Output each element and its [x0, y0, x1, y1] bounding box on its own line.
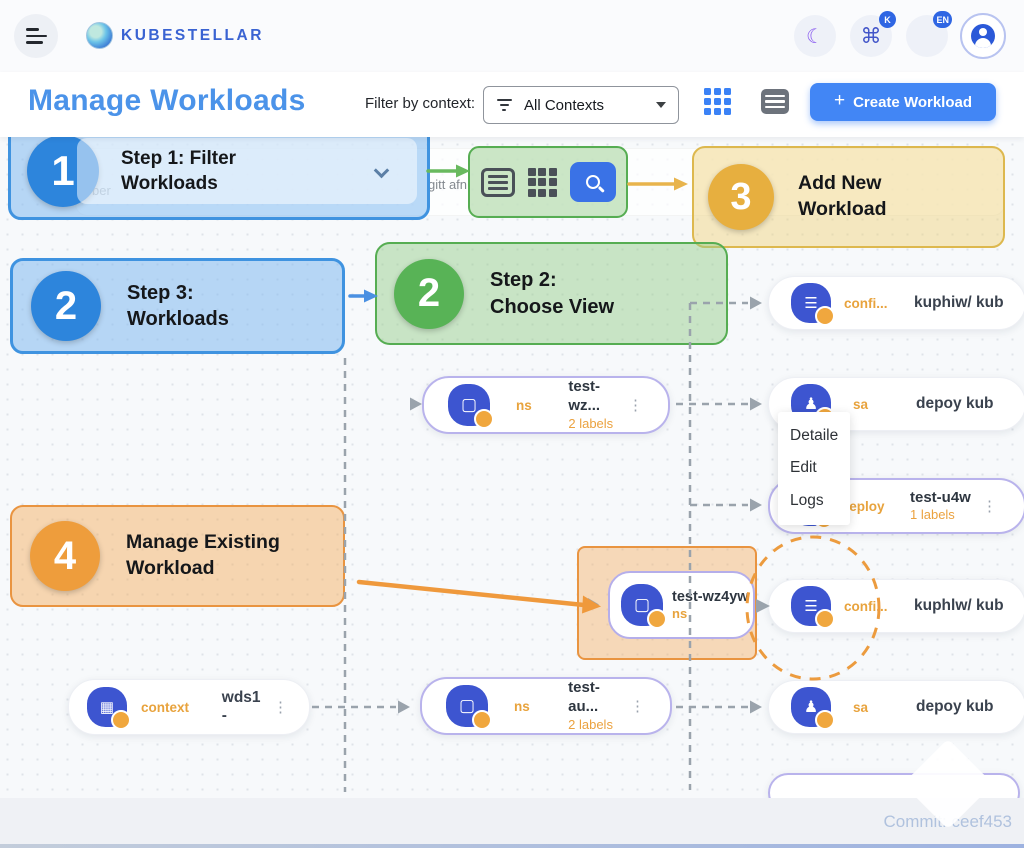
step-workloads-label: Step 3:Workloads	[127, 280, 229, 333]
workload-card-serviceaccount[interactable]: sa depoy kub	[768, 680, 1024, 734]
serviceaccount-icon	[791, 687, 831, 727]
context-filter-dropdown[interactable]: All Contexts	[483, 86, 679, 124]
kebab-menu-icon[interactable]	[269, 698, 293, 717]
bottom-edge-strip	[0, 844, 1024, 848]
card-kind-label: ns	[516, 398, 542, 413]
footer-bar: Commit: ceef453	[0, 798, 1024, 848]
workload-card-namespace[interactable]: ns test-wz... 2 labels	[422, 376, 670, 434]
step-workloads-badge: 2	[31, 271, 101, 341]
context-icon	[87, 687, 127, 727]
menu-item-logs[interactable]: Logs	[790, 492, 850, 510]
workload-card-namespace[interactable]: ns test-au... 2 labels	[420, 677, 672, 735]
kubestellar-logo: KUBESTELLAR	[86, 22, 264, 49]
create-workload-button[interactable]: + Create Workload	[810, 83, 996, 121]
background-text-right: gitt afn:	[428, 177, 471, 192]
context-filter-value: All Contexts	[524, 97, 604, 114]
card-value: wds1 -	[222, 689, 269, 725]
app-window: KUBESTELLAR K EN Manage Workloads Filter…	[0, 0, 1024, 848]
card-labels: 2 labels	[568, 416, 613, 432]
workload-card-context[interactable]: context wds1 -	[68, 679, 310, 735]
page-title: Manage Workloads	[28, 84, 306, 118]
card-value: kuphlw/ kub	[914, 597, 1004, 615]
namespace-icon	[446, 685, 488, 727]
view-toolbar-callout	[468, 146, 628, 218]
step1-label: Step 1: FilterWorkloads	[121, 146, 236, 196]
menu-item-details[interactable]: Detaile	[790, 427, 850, 445]
menu-item-edit[interactable]: Edit	[790, 459, 850, 477]
step3-badge: 3	[708, 164, 774, 230]
workload-card-configmap[interactable]: confi... kuphlw/ kub	[768, 579, 1024, 633]
card-value: depoy kub	[916, 698, 994, 716]
command-icon	[861, 24, 882, 49]
card-kind-label: sa	[853, 397, 902, 412]
card-kind-label: ns	[672, 606, 687, 622]
filter-by-context-label: Filter by context:	[365, 95, 475, 112]
step3-callout: 3 Add NewWorkload	[692, 146, 1005, 248]
workload-canvas: ber gitt afn: 1 Step 1: FilterWorkloads …	[0, 137, 1024, 798]
card-value: kuphiw/ kub	[914, 294, 1004, 312]
workload-card-configmap[interactable]: confi... kuphiw/ kub	[768, 276, 1024, 330]
globe-icon	[86, 22, 113, 49]
hamburger-menu-icon[interactable]	[14, 14, 58, 58]
theme-toggle-button[interactable]	[794, 15, 836, 57]
step-workloads-callout: 2 Step 3:Workloads	[10, 258, 345, 354]
search-button[interactable]	[570, 162, 616, 202]
top-navigation-bar: KUBESTELLAR K EN	[0, 0, 1024, 72]
step2-callout: 2 Step 2:Choose View	[375, 242, 728, 345]
commit-hash: Commit: ceef453	[884, 812, 1013, 832]
card-kind-label: confi...	[844, 599, 902, 614]
dropdown-caret-icon	[656, 102, 666, 108]
create-workload-label: Create Workload	[853, 94, 972, 111]
kebab-menu-icon[interactable]	[626, 697, 650, 716]
language-button[interactable]: EN	[906, 15, 948, 57]
card-context-menu: Detaile Edit Logs	[778, 412, 850, 525]
filter-funnel-icon	[496, 99, 512, 111]
shortcut-badge: K	[879, 11, 896, 28]
card-kind-label: confi...	[844, 296, 902, 311]
magnifier-icon	[586, 175, 600, 189]
moon-icon	[806, 24, 824, 49]
card-name: test-au...	[568, 679, 626, 717]
card-kind-label: sa	[853, 700, 902, 715]
card-value: depoy kub	[916, 395, 994, 413]
kebab-menu-icon[interactable]	[978, 497, 1002, 516]
step2-label: Step 2:Choose View	[490, 267, 614, 320]
namespace-icon	[621, 584, 663, 626]
card-labels: 1 labels	[910, 507, 955, 523]
logo-text: KUBESTELLAR	[121, 27, 264, 45]
card-name: test-u4w	[910, 489, 971, 508]
list-view-button[interactable]	[761, 89, 789, 114]
command-palette-button[interactable]: K	[850, 15, 892, 57]
configmap-icon	[791, 283, 831, 323]
user-avatar-icon	[971, 24, 995, 48]
language-badge: EN	[933, 11, 952, 28]
card-name: test-wz...	[568, 378, 624, 416]
step4-callout: 4 Manage ExistingWorkload	[10, 505, 345, 607]
card-labels: 2 labels	[568, 717, 613, 733]
step3-label: Add NewWorkload	[798, 171, 886, 222]
list-view-icon[interactable]	[481, 168, 515, 197]
step2-badge: 2	[394, 259, 464, 329]
user-account-button[interactable]	[960, 13, 1006, 59]
namespace-icon	[448, 384, 490, 426]
configmap-icon	[791, 586, 831, 626]
grid-view-button[interactable]	[704, 88, 731, 115]
step4-highlight-region: test-wz4yw ns	[577, 546, 757, 660]
step4-label: Manage ExistingWorkload	[126, 530, 280, 581]
card-kind-label: ns	[514, 699, 542, 714]
plus-icon: +	[834, 90, 845, 112]
workload-card-highlighted[interactable]: test-wz4yw ns	[608, 571, 755, 639]
kebab-menu-icon[interactable]	[624, 396, 648, 415]
step4-badge: 4	[30, 521, 100, 591]
card-kind-label: context	[141, 700, 200, 715]
card-name: test-wz4yw	[672, 588, 749, 606]
grid-view-icon[interactable]	[528, 168, 557, 197]
